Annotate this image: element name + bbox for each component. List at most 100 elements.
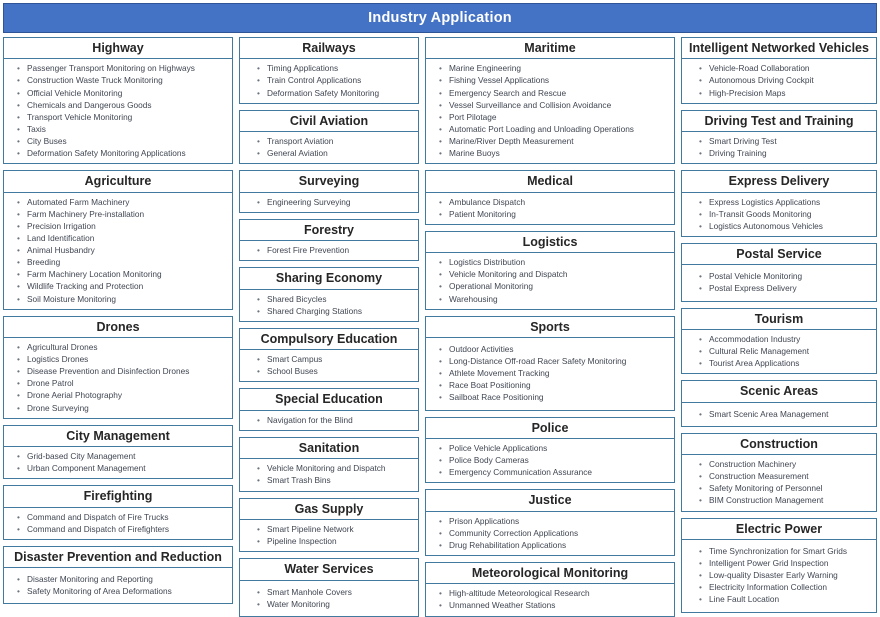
list-item-label: Patient Monitoring (449, 208, 516, 219)
bullet-icon: • (439, 467, 442, 478)
list-item-label: High-altitude Meteorological Research (449, 588, 590, 599)
category-body-police: • Police Vehicle Applications • Police Body… (426, 439, 674, 482)
list-item: • High-altitude Meteorological Research (428, 587, 672, 599)
list-item: • Drone Patrol (6, 377, 230, 389)
category-card-water-services: Water Services • Smart Manhole Covers • Wate… (239, 558, 419, 617)
list-item-label: Train Control Applications (267, 75, 362, 86)
list-item-label: Outdoor Activities (449, 344, 514, 355)
list-item: • Emergency Search and Rescue (428, 87, 672, 99)
category-title-city-management: City Management (4, 426, 232, 448)
category-card-agriculture: Agriculture • Automated Farm Machinery • Far… (3, 170, 233, 310)
bullet-icon: • (699, 271, 702, 282)
list-item-label: Line Fault Location (709, 594, 780, 605)
category-body-medical: • Ambulance Dispatch • Patient Monitoring (426, 193, 674, 224)
list-item-label: Engineering Surveying (267, 196, 351, 207)
category-card-civil-aviation: Civil Aviation • Transport Aviation • Genera… (239, 109, 419, 165)
list-item-label: Farm Machinery Location Monitoring (27, 269, 162, 280)
bullet-icon: • (699, 594, 702, 605)
list-item-label: Marine Buoys (449, 148, 500, 159)
bullet-icon: • (257, 523, 260, 534)
category-body-maritime: • Marine Engineering • Fishing Vessel Appli… (426, 59, 674, 163)
category-card-sharing-economy: Sharing Economy • Shared Bicycles • Shared C… (239, 267, 419, 322)
list-item: • City Buses (6, 135, 230, 147)
list-item: • Low-quality Disaster Early Warning (684, 569, 874, 581)
list-item-label: Command and Dispatch of Fire Trucks (27, 511, 169, 522)
list-item-label: Vehicle Monitoring and Dispatch (449, 269, 568, 280)
list-item: • BIM Construction Management (684, 494, 874, 506)
list-item-label: Marine/River Depth Measurement (449, 136, 574, 147)
list-item: • Smart Manhole Covers (242, 586, 416, 598)
category-title-civil-aviation: Civil Aviation (240, 111, 418, 133)
list-item-label: Grid-based City Management (27, 451, 136, 462)
list-item-label: Sailboat Race Positioning (449, 392, 544, 403)
application-list-intelligent-networked-vehicles: • Vehicle-Road Collaboration • Autonomous D… (684, 62, 874, 98)
bullet-icon: • (699, 333, 702, 344)
list-item: • Unmanned Weather Stations (428, 599, 672, 611)
bullet-icon: • (439, 588, 442, 599)
bullet-icon: • (699, 459, 702, 470)
category-body-special-education: • Navigation for the Blind (240, 411, 418, 430)
list-item-label: Agricultural Drones (27, 341, 98, 352)
bullet-icon: • (439, 63, 442, 74)
bullet-icon: • (17, 196, 20, 207)
list-item: • Athlete Movement Tracking (428, 367, 672, 379)
application-list-highway: • Passenger Transport Monitoring on Highw… (6, 62, 230, 159)
bullet-icon: • (439, 344, 442, 355)
bullet-icon: • (17, 136, 20, 147)
list-item-label: Operational Monitoring (449, 281, 533, 292)
list-item-label: Marine Engineering (449, 63, 521, 74)
bullet-icon: • (17, 257, 20, 268)
bullet-icon: • (257, 305, 260, 316)
bullet-icon: • (17, 99, 20, 110)
application-list-construction: • Construction Machinery • Construction Mea… (684, 458, 874, 506)
list-item: • Electricity Information Collection (684, 581, 874, 593)
list-item-label: Postal Express Delivery (709, 283, 797, 294)
list-item: • Transport Aviation (242, 135, 416, 147)
list-item: • Forest Fire Prevention (242, 244, 416, 256)
list-item-label: Race Boat Positioning (449, 380, 531, 391)
application-list-driving-test-and-training: • Smart Driving Test • Driving Training (684, 135, 874, 159)
list-item: • Vessel Surveillance and Collision Avoid… (428, 99, 672, 111)
list-item-label: Land Identification (27, 232, 95, 243)
list-item: • Drone Aerial Photography (6, 389, 230, 401)
bullet-icon: • (17, 87, 20, 98)
bullet-icon: • (17, 281, 20, 292)
list-item: • Vehicle-Road Collaboration (684, 62, 874, 74)
bullet-icon: • (699, 63, 702, 74)
category-card-tourism: Tourism • Accommodation Industry • Cultural … (681, 307, 877, 375)
list-item-label: Intelligent Power Grid Inspection (709, 558, 829, 569)
category-card-construction: Construction • Construction Machinery • Cons… (681, 432, 877, 512)
list-item-label: Urban Component Management (27, 463, 146, 474)
bullet-icon: • (439, 455, 442, 466)
category-body-postal-service: • Postal Vehicle Monitoring • Postal Expres… (682, 265, 876, 300)
category-title-scenic-areas: Scenic Areas (682, 381, 876, 403)
category-title-construction: Construction (682, 434, 876, 456)
category-title-sanitation: Sanitation (240, 438, 418, 460)
page-title: Industry Application (368, 10, 512, 26)
bullet-icon: • (17, 123, 20, 134)
list-item-label: Construction Machinery (709, 459, 797, 470)
bullet-icon: • (17, 366, 20, 377)
bullet-icon: • (699, 87, 702, 98)
list-item: • Patient Monitoring (428, 208, 672, 220)
bullet-icon: • (439, 148, 442, 159)
list-item: • Logistics Drones (6, 353, 230, 365)
bullet-icon: • (439, 111, 442, 122)
column-4: Intelligent Networked Vehicles • Vehicle-R… (681, 37, 877, 613)
list-item: • Smart Pipeline Network (242, 523, 416, 535)
category-body-agriculture: • Automated Farm Machinery • Farm Machinery… (4, 193, 232, 309)
category-card-police: Police • Police Vehicle Applications • Polic… (425, 416, 675, 484)
bullet-icon: • (439, 281, 442, 292)
list-item-label: Logistics Autonomous Vehicles (709, 220, 823, 231)
bullet-icon: • (699, 545, 702, 556)
bullet-icon: • (17, 75, 20, 86)
list-item-label: Transport Aviation (267, 136, 334, 147)
list-item: • Line Fault Location (684, 593, 874, 605)
list-item: • Water Monitoring (242, 598, 416, 610)
industry-application-diagram: Industry Application Highway • Passenger T… (0, 0, 880, 617)
column-2: Railways • Timing Applications • Train Contr… (239, 37, 419, 617)
application-list-civil-aviation: • Transport Aviation • General Aviation (242, 135, 416, 159)
bullet-icon: • (257, 293, 260, 304)
list-item: • Warehousing (428, 293, 672, 305)
list-item: • Drug Rehabilitation Applications (428, 539, 672, 551)
